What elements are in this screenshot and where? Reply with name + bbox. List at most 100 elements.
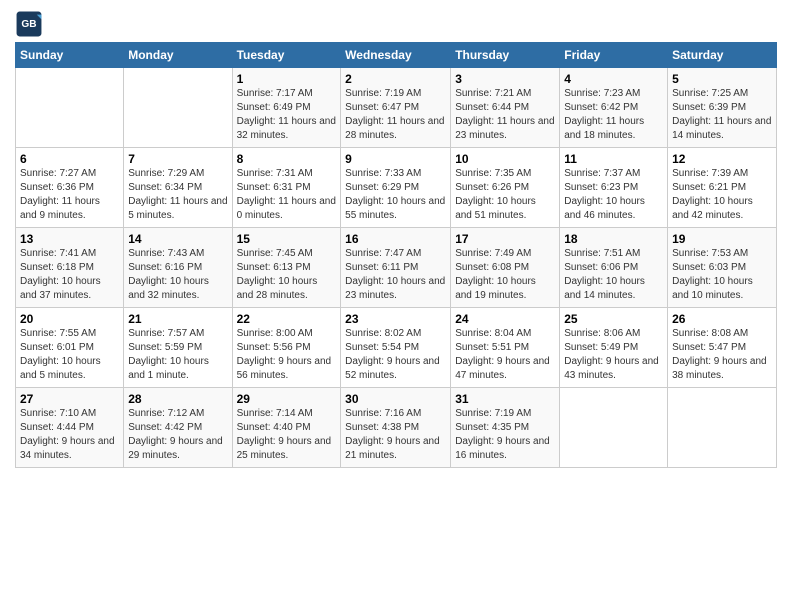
day-info: Sunrise: 7:45 AM Sunset: 6:13 PM Dayligh… — [237, 247, 337, 303]
logo-icon: GB — [15, 10, 43, 38]
day-number: 30 — [345, 392, 446, 406]
calendar-cell: 9Sunrise: 7:33 AM Sunset: 6:29 PM Daylig… — [341, 148, 451, 228]
day-number: 26 — [672, 312, 772, 326]
day-number: 20 — [20, 312, 119, 326]
calendar-cell: 8Sunrise: 7:31 AM Sunset: 6:31 PM Daylig… — [232, 148, 341, 228]
calendar-cell: 17Sunrise: 7:49 AM Sunset: 6:08 PM Dayli… — [451, 228, 560, 308]
calendar-cell: 22Sunrise: 8:00 AM Sunset: 5:56 PM Dayli… — [232, 308, 341, 388]
day-info: Sunrise: 7:57 AM Sunset: 5:59 PM Dayligh… — [128, 327, 227, 383]
day-info: Sunrise: 7:21 AM Sunset: 6:44 PM Dayligh… — [455, 87, 555, 143]
day-info: Sunrise: 7:37 AM Sunset: 6:23 PM Dayligh… — [564, 167, 663, 223]
calendar-cell: 16Sunrise: 7:47 AM Sunset: 6:11 PM Dayli… — [341, 228, 451, 308]
day-number: 4 — [564, 72, 663, 86]
day-info: Sunrise: 7:31 AM Sunset: 6:31 PM Dayligh… — [237, 167, 337, 223]
calendar-cell: 2Sunrise: 7:19 AM Sunset: 6:47 PM Daylig… — [341, 68, 451, 148]
day-number: 13 — [20, 232, 119, 246]
day-number: 16 — [345, 232, 446, 246]
logo: GB — [15, 10, 45, 38]
day-number: 15 — [237, 232, 337, 246]
day-number: 12 — [672, 152, 772, 166]
calendar-table: SundayMondayTuesdayWednesdayThursdayFrid… — [15, 42, 777, 468]
calendar-cell: 14Sunrise: 7:43 AM Sunset: 6:16 PM Dayli… — [124, 228, 232, 308]
day-number: 6 — [20, 152, 119, 166]
calendar-cell: 21Sunrise: 7:57 AM Sunset: 5:59 PM Dayli… — [124, 308, 232, 388]
calendar-cell — [668, 388, 777, 468]
week-row-1: 1Sunrise: 7:17 AM Sunset: 6:49 PM Daylig… — [16, 68, 777, 148]
day-info: Sunrise: 7:51 AM Sunset: 6:06 PM Dayligh… — [564, 247, 663, 303]
day-info: Sunrise: 7:23 AM Sunset: 6:42 PM Dayligh… — [564, 87, 663, 143]
day-number: 5 — [672, 72, 772, 86]
header-day-sunday: Sunday — [16, 43, 124, 68]
calendar-cell: 3Sunrise: 7:21 AM Sunset: 6:44 PM Daylig… — [451, 68, 560, 148]
calendar-cell: 25Sunrise: 8:06 AM Sunset: 5:49 PM Dayli… — [560, 308, 668, 388]
day-info: Sunrise: 7:47 AM Sunset: 6:11 PM Dayligh… — [345, 247, 446, 303]
week-row-4: 20Sunrise: 7:55 AM Sunset: 6:01 PM Dayli… — [16, 308, 777, 388]
day-number: 29 — [237, 392, 337, 406]
day-number: 25 — [564, 312, 663, 326]
day-number: 19 — [672, 232, 772, 246]
calendar-cell: 28Sunrise: 7:12 AM Sunset: 4:42 PM Dayli… — [124, 388, 232, 468]
day-number: 8 — [237, 152, 337, 166]
day-info: Sunrise: 8:06 AM Sunset: 5:49 PM Dayligh… — [564, 327, 663, 383]
calendar-cell: 31Sunrise: 7:19 AM Sunset: 4:35 PM Dayli… — [451, 388, 560, 468]
day-info: Sunrise: 7:55 AM Sunset: 6:01 PM Dayligh… — [20, 327, 119, 383]
header-day-tuesday: Tuesday — [232, 43, 341, 68]
day-info: Sunrise: 7:14 AM Sunset: 4:40 PM Dayligh… — [237, 407, 337, 463]
day-number: 22 — [237, 312, 337, 326]
day-number: 3 — [455, 72, 555, 86]
day-number: 23 — [345, 312, 446, 326]
calendar-cell: 4Sunrise: 7:23 AM Sunset: 6:42 PM Daylig… — [560, 68, 668, 148]
header-day-monday: Monday — [124, 43, 232, 68]
day-info: Sunrise: 7:33 AM Sunset: 6:29 PM Dayligh… — [345, 167, 446, 223]
day-info: Sunrise: 7:19 AM Sunset: 6:47 PM Dayligh… — [345, 87, 446, 143]
header-day-thursday: Thursday — [451, 43, 560, 68]
header-row: SundayMondayTuesdayWednesdayThursdayFrid… — [16, 43, 777, 68]
calendar-cell — [560, 388, 668, 468]
header-day-wednesday: Wednesday — [341, 43, 451, 68]
day-info: Sunrise: 7:53 AM Sunset: 6:03 PM Dayligh… — [672, 247, 772, 303]
svg-text:GB: GB — [21, 19, 36, 30]
header-day-friday: Friday — [560, 43, 668, 68]
day-number: 27 — [20, 392, 119, 406]
day-number: 11 — [564, 152, 663, 166]
calendar-cell: 6Sunrise: 7:27 AM Sunset: 6:36 PM Daylig… — [16, 148, 124, 228]
calendar-cell: 27Sunrise: 7:10 AM Sunset: 4:44 PM Dayli… — [16, 388, 124, 468]
calendar-cell: 5Sunrise: 7:25 AM Sunset: 6:39 PM Daylig… — [668, 68, 777, 148]
header: GB — [15, 10, 777, 38]
day-number: 9 — [345, 152, 446, 166]
page: GB SundayMondayTuesdayWednesdayThursdayF… — [0, 0, 792, 476]
calendar-cell: 11Sunrise: 7:37 AM Sunset: 6:23 PM Dayli… — [560, 148, 668, 228]
day-info: Sunrise: 8:00 AM Sunset: 5:56 PM Dayligh… — [237, 327, 337, 383]
day-number: 17 — [455, 232, 555, 246]
day-info: Sunrise: 7:19 AM Sunset: 4:35 PM Dayligh… — [455, 407, 555, 463]
day-info: Sunrise: 7:41 AM Sunset: 6:18 PM Dayligh… — [20, 247, 119, 303]
day-number: 2 — [345, 72, 446, 86]
day-number: 10 — [455, 152, 555, 166]
day-number: 28 — [128, 392, 227, 406]
day-info: Sunrise: 7:27 AM Sunset: 6:36 PM Dayligh… — [20, 167, 119, 223]
day-number: 1 — [237, 72, 337, 86]
calendar-cell: 12Sunrise: 7:39 AM Sunset: 6:21 PM Dayli… — [668, 148, 777, 228]
week-row-3: 13Sunrise: 7:41 AM Sunset: 6:18 PM Dayli… — [16, 228, 777, 308]
calendar-cell: 23Sunrise: 8:02 AM Sunset: 5:54 PM Dayli… — [341, 308, 451, 388]
week-row-2: 6Sunrise: 7:27 AM Sunset: 6:36 PM Daylig… — [16, 148, 777, 228]
day-number: 24 — [455, 312, 555, 326]
day-number: 7 — [128, 152, 227, 166]
day-info: Sunrise: 8:04 AM Sunset: 5:51 PM Dayligh… — [455, 327, 555, 383]
calendar-cell: 30Sunrise: 7:16 AM Sunset: 4:38 PM Dayli… — [341, 388, 451, 468]
calendar-cell: 26Sunrise: 8:08 AM Sunset: 5:47 PM Dayli… — [668, 308, 777, 388]
day-info: Sunrise: 7:17 AM Sunset: 6:49 PM Dayligh… — [237, 87, 337, 143]
calendar-cell: 13Sunrise: 7:41 AM Sunset: 6:18 PM Dayli… — [16, 228, 124, 308]
day-number: 31 — [455, 392, 555, 406]
day-info: Sunrise: 7:39 AM Sunset: 6:21 PM Dayligh… — [672, 167, 772, 223]
day-info: Sunrise: 7:35 AM Sunset: 6:26 PM Dayligh… — [455, 167, 555, 223]
day-info: Sunrise: 7:16 AM Sunset: 4:38 PM Dayligh… — [345, 407, 446, 463]
day-number: 21 — [128, 312, 227, 326]
calendar-cell: 10Sunrise: 7:35 AM Sunset: 6:26 PM Dayli… — [451, 148, 560, 228]
day-number: 18 — [564, 232, 663, 246]
day-info: Sunrise: 7:29 AM Sunset: 6:34 PM Dayligh… — [128, 167, 227, 223]
calendar-cell — [16, 68, 124, 148]
day-info: Sunrise: 7:43 AM Sunset: 6:16 PM Dayligh… — [128, 247, 227, 303]
calendar-cell: 24Sunrise: 8:04 AM Sunset: 5:51 PM Dayli… — [451, 308, 560, 388]
day-info: Sunrise: 8:02 AM Sunset: 5:54 PM Dayligh… — [345, 327, 446, 383]
